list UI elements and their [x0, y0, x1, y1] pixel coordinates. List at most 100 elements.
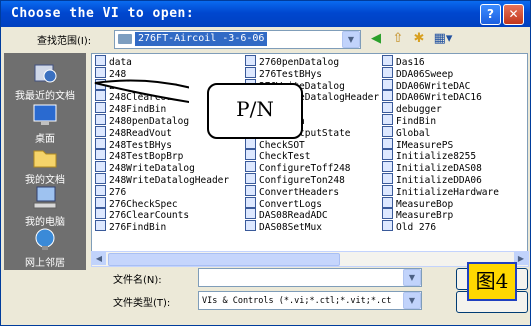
- folder-icon: [118, 34, 132, 44]
- vi-file-icon: [382, 78, 393, 90]
- place-desktop[interactable]: 桌面: [4, 102, 86, 145]
- place-network[interactable]: 网上邻居: [4, 226, 86, 269]
- close-button[interactable]: ✕: [503, 4, 524, 25]
- filename-label: 文件名(N):: [113, 275, 162, 286]
- vi-file-icon: [95, 149, 106, 161]
- list-item[interactable]: FindBin: [382, 113, 499, 127]
- list-item[interactable]: debugger: [382, 102, 499, 115]
- vi-file-icon: [382, 149, 393, 161]
- new-folder-icon[interactable]: ✱: [410, 31, 428, 47]
- list-item[interactable]: IMeasurePS: [382, 137, 499, 151]
- places-bar: 我最近的文档 桌面 我的文档 我的电脑 网上邻居: [4, 53, 86, 270]
- list-item[interactable]: Global: [382, 125, 499, 139]
- list-item[interactable]: MeasureBrp: [382, 208, 499, 221]
- my-documents-icon: [31, 143, 59, 169]
- list-item[interactable]: ConfigureToff248: [245, 161, 379, 174]
- lookin-value: 276FT-Aircoil -3-6-06: [135, 32, 268, 46]
- vi-file-icon: [382, 184, 393, 196]
- list-item[interactable]: 2760penDatalog: [245, 55, 379, 68]
- callout-text: P/N: [236, 97, 274, 121]
- list-item[interactable]: data: [95, 55, 229, 68]
- list-item[interactable]: InitializeDAS08: [382, 161, 499, 174]
- vi-file-icon: [382, 161, 393, 173]
- list-item[interactable]: Initialize8255: [382, 149, 499, 162]
- vi-file-icon: [245, 66, 256, 78]
- place-my-documents[interactable]: 我的文档: [4, 143, 86, 186]
- vi-file-icon: [95, 125, 106, 137]
- chevron-down-icon[interactable]: ▼: [403, 292, 421, 309]
- list-item[interactable]: ConvertHeaders: [245, 184, 379, 198]
- vi-file-icon: [382, 66, 393, 78]
- place-my-computer[interactable]: 我的电脑: [4, 185, 86, 228]
- chevron-down-icon[interactable]: ▼: [403, 269, 421, 286]
- place-label: 网上邻居: [25, 258, 65, 269]
- vi-file-icon: [382, 196, 393, 208]
- vi-file-icon: [95, 208, 106, 220]
- list-item[interactable]: 248TestBopBrp: [95, 149, 229, 162]
- vi-file-icon: [382, 90, 393, 102]
- up-folder-icon[interactable]: ⇧: [389, 31, 407, 47]
- list-item[interactable]: Old 276: [382, 220, 499, 233]
- list-item[interactable]: Das16: [382, 55, 499, 68]
- list-item[interactable]: InitializeHardware: [382, 184, 499, 198]
- desktop-icon: [31, 102, 59, 128]
- file-column: 2760penDatalog 276TestBHys 276WriteDatalog…: [245, 55, 379, 234]
- list-item[interactable]: DDA06WriteDAC16: [382, 90, 499, 103]
- list-item[interactable]: 248WriteDatalogHeader: [95, 172, 230, 186]
- scroll-thumb[interactable]: [108, 253, 340, 266]
- horizontal-scrollbar[interactable]: ◀ ▶: [91, 251, 529, 267]
- list-item[interactable]: DAS08SetMux: [245, 220, 379, 234]
- lookin-label: 查找范围(I):: [37, 36, 92, 47]
- list-item[interactable]: 276TestBHys: [245, 66, 379, 80]
- vi-file-icon: [95, 172, 106, 184]
- list-item[interactable]: ConvertLogs: [245, 196, 379, 210]
- back-icon[interactable]: ◀: [367, 31, 385, 47]
- network-places-icon: [31, 226, 59, 252]
- file-name: DAS08SetMux: [259, 222, 322, 234]
- list-item[interactable]: 276: [95, 184, 229, 198]
- list-item[interactable]: 276FindBin: [95, 220, 229, 234]
- filename-input[interactable]: ▼: [198, 268, 422, 287]
- place-recent[interactable]: 我最近的文档: [4, 59, 86, 102]
- list-item[interactable]: CheckSOT: [245, 137, 379, 151]
- help-button[interactable]: ?: [480, 4, 501, 25]
- my-computer-icon: [31, 185, 59, 211]
- list-item[interactable]: DAS08ReadADC: [245, 208, 379, 221]
- list-item[interactable]: 248TestBHys: [95, 137, 229, 151]
- list-item[interactable]: InitializeDDA06: [382, 172, 499, 186]
- recent-documents-icon: [31, 59, 59, 85]
- vi-file-icon: [245, 184, 256, 196]
- file-name: 248WriteDatalogHeader: [109, 174, 230, 186]
- vi-file-icon: [95, 196, 106, 208]
- callout-pointer: [94, 79, 189, 103]
- list-item[interactable]: CheckTest: [245, 149, 379, 162]
- vi-file-icon: [382, 220, 393, 232]
- filetype-value: VIs & Controls (*.vi;*.ctl;*.vit;*.ct: [202, 296, 392, 306]
- figure-label: 图4: [467, 262, 517, 301]
- list-item[interactable]: 276ClearCounts: [95, 208, 229, 221]
- callout-box: P/N: [94, 79, 303, 139]
- lookin-combo[interactable]: 276FT-Aircoil -3-6-06 ▼: [114, 30, 361, 49]
- list-item[interactable]: 276CheckSpec: [95, 196, 229, 210]
- vi-file-icon: [382, 172, 393, 184]
- file-column: Das16 DDA06Sweep DDA06WriteDAC DDA06WriteDA…: [382, 55, 499, 233]
- scroll-left-icon[interactable]: ◀: [92, 252, 106, 265]
- list-item[interactable]: ConfigureTon248: [245, 172, 379, 186]
- chevron-down-icon[interactable]: ▼: [342, 31, 360, 48]
- filetype-select[interactable]: VIs & Controls (*.vi;*.ctl;*.vit;*.ct ▼: [198, 291, 422, 310]
- vi-file-icon: [245, 172, 256, 184]
- views-menu-icon[interactable]: ▦▾: [431, 31, 455, 47]
- file-open-dialog: Choose the VI to open: ? ✕ 查找范围(I): 276F…: [0, 0, 531, 326]
- list-item[interactable]: 248WriteDatalog: [95, 161, 229, 174]
- list-item[interactable]: MeasureBop: [382, 196, 499, 210]
- vi-file-icon: [95, 55, 106, 66]
- vi-file-icon: [382, 137, 393, 149]
- vi-file-icon: [95, 220, 106, 232]
- list-item[interactable]: DDA06WriteDAC: [382, 78, 499, 92]
- list-item[interactable]: DDA06Sweep: [382, 66, 499, 80]
- title-bar[interactable]: Choose the VI to open: ? ✕: [1, 1, 530, 27]
- vi-file-icon: [382, 125, 393, 137]
- file-name: 276FindBin: [109, 222, 167, 234]
- vi-file-icon: [382, 102, 393, 114]
- vi-file-icon: [95, 137, 106, 149]
